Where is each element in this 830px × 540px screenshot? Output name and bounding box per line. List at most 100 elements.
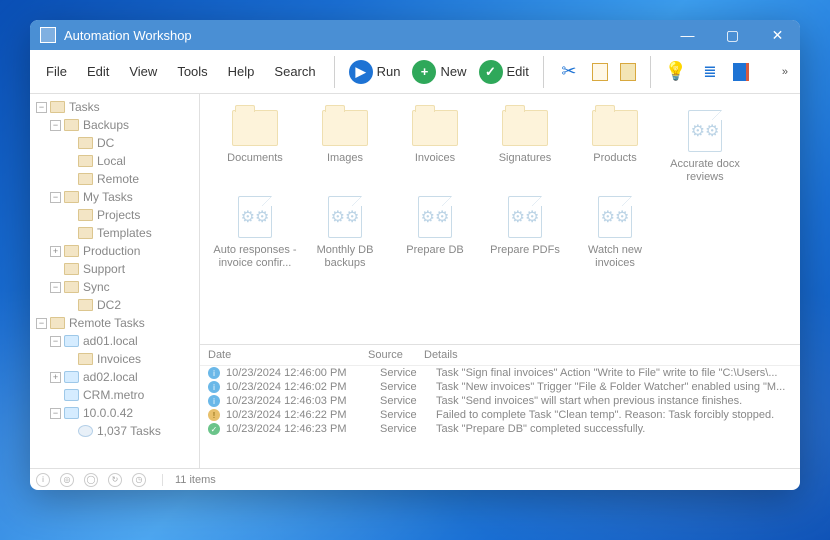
tree-label: Tasks (69, 100, 100, 114)
task-file-icon: ⚙⚙ (418, 196, 452, 238)
minimize-button[interactable]: — (665, 20, 710, 50)
warning-icon: ! (208, 409, 220, 421)
task-file-item[interactable]: ⚙⚙Auto responses - invoice confir... (210, 190, 300, 276)
task-file-icon: ⚙⚙ (598, 196, 632, 238)
collapse-icon[interactable]: − (36, 102, 47, 113)
app-window: Automation Workshop — ▢ ✕ File Edit View… (30, 20, 800, 490)
tree-node-count[interactable]: 1,037 Tasks (32, 422, 197, 440)
collapse-icon[interactable]: − (50, 192, 61, 203)
layers-button[interactable]: ≣ (693, 59, 727, 85)
paste-button[interactable] (614, 61, 642, 83)
col-date[interactable]: Date (208, 349, 368, 361)
check-icon: ✓ (479, 60, 503, 84)
status-icon-target[interactable]: ◎ (60, 473, 74, 487)
task-file-item[interactable]: ⚙⚙Watch new invoices (570, 190, 660, 276)
collapse-icon[interactable]: − (36, 318, 47, 329)
event-row[interactable]: !10/23/2024 12:46:22 PMServiceFailed to … (200, 408, 800, 422)
collapse-icon[interactable]: − (50, 408, 61, 419)
task-file-icon: ⚙⚙ (328, 196, 362, 238)
manual-button[interactable] (727, 61, 755, 83)
item-label: Products (593, 152, 636, 165)
maximize-button[interactable]: ▢ (710, 20, 755, 50)
events-rows: i10/23/2024 12:46:00 PMServiceTask "Sign… (200, 366, 800, 468)
tree-node-dc[interactable]: DC (32, 134, 197, 152)
menu-view[interactable]: View (119, 60, 167, 83)
item-label: Signatures (499, 152, 552, 165)
item-label: Accurate docx reviews (662, 158, 748, 184)
collapse-icon[interactable]: − (50, 120, 61, 131)
event-details: Task "Sign final invoices" Action "Write… (436, 367, 792, 379)
collapse-icon[interactable]: − (50, 336, 61, 347)
tree-node-templates[interactable]: Templates (32, 224, 197, 242)
status-icon-info[interactable]: i (36, 473, 50, 487)
tree-label: Local (97, 154, 126, 168)
tree-node-remotetasks[interactable]: − Remote Tasks (32, 314, 197, 332)
close-button[interactable]: ✕ (755, 20, 800, 50)
copy-button[interactable] (586, 61, 614, 83)
event-row[interactable]: i10/23/2024 12:46:02 PMServiceTask "New … (200, 380, 800, 394)
event-source: Service (380, 367, 436, 379)
status-icon-clock[interactable]: ◷ (132, 473, 146, 487)
event-row[interactable]: ✓10/23/2024 12:46:23 PMServiceTask "Prep… (200, 422, 800, 436)
success-icon: ✓ (208, 423, 220, 435)
menu-edit[interactable]: Edit (77, 60, 119, 83)
tree-node-tasks[interactable]: − Tasks (32, 98, 197, 116)
col-details[interactable]: Details (424, 349, 792, 361)
tree-node-ip[interactable]: − 10.0.0.42 (32, 404, 197, 422)
copy-icon (592, 63, 608, 81)
task-file-item[interactable]: ⚙⚙Prepare PDFs (480, 190, 570, 276)
cut-button[interactable]: ✂ (552, 59, 586, 85)
toolbar-overflow[interactable]: » (776, 66, 794, 78)
run-button[interactable]: ▶ Run (343, 58, 407, 86)
tree-node-remote[interactable]: Remote (32, 170, 197, 188)
tree-label: Sync (83, 280, 110, 294)
tree-node-sync[interactable]: − Sync (32, 278, 197, 296)
event-row[interactable]: i10/23/2024 12:46:00 PMServiceTask "Sign… (200, 366, 800, 380)
task-file-item[interactable]: ⚙⚙Monthly DB backups (300, 190, 390, 276)
folder-item[interactable]: Images (300, 104, 390, 190)
tree-node-local[interactable]: Local (32, 152, 197, 170)
folder-item[interactable]: Products (570, 104, 660, 190)
item-label: Documents (227, 152, 283, 165)
event-details: Task "Prepare DB" completed successfully… (436, 423, 792, 435)
tree-node-ad01[interactable]: − ad01.local (32, 332, 197, 350)
book-icon (733, 63, 749, 81)
tree-node-backups[interactable]: − Backups (32, 116, 197, 134)
expand-icon[interactable]: + (50, 246, 61, 257)
new-label: New (440, 64, 466, 79)
task-file-item[interactable]: ⚙⚙Prepare DB (390, 190, 480, 276)
toolbar-separator (650, 56, 651, 88)
tree-node-crm[interactable]: CRM.metro (32, 386, 197, 404)
tree-node-ad02[interactable]: + ad02.local (32, 368, 197, 386)
tree-node-projects[interactable]: Projects (32, 206, 197, 224)
folder-item[interactable]: Signatures (480, 104, 570, 190)
status-items: 11 items (162, 474, 216, 486)
col-source[interactable]: Source (368, 349, 424, 361)
folder-item[interactable]: Invoices (390, 104, 480, 190)
tree-node-support[interactable]: Support (32, 260, 197, 278)
menu-search[interactable]: Search (264, 60, 325, 83)
tree-node-invoices[interactable]: Invoices (32, 350, 197, 368)
folder-tree: − Tasks − Backups DC Local Remote − My T… (30, 94, 200, 468)
folder-item[interactable]: Documents (210, 104, 300, 190)
expand-icon[interactable]: + (50, 372, 61, 383)
titlebar[interactable]: Automation Workshop — ▢ ✕ (30, 20, 800, 50)
idea-button[interactable]: 💡 (659, 59, 693, 85)
status-icon-globe[interactable]: ◯ (84, 473, 98, 487)
tree-node-mytasks[interactable]: − My Tasks (32, 188, 197, 206)
gears-icon: ⚙⚙ (601, 207, 630, 227)
edit-button[interactable]: ✓ Edit (473, 58, 535, 86)
menu-help[interactable]: Help (218, 60, 265, 83)
events-panel: Date Source Details i10/23/2024 12:46:00… (200, 344, 800, 468)
task-file-item[interactable]: ⚙⚙Accurate docx reviews (660, 104, 750, 190)
plus-icon: + (412, 60, 436, 84)
event-row[interactable]: i10/23/2024 12:46:03 PMServiceTask "Send… (200, 394, 800, 408)
menu-tools[interactable]: Tools (167, 60, 217, 83)
menu-file[interactable]: File (36, 60, 77, 83)
new-button[interactable]: + New (406, 58, 472, 86)
collapse-icon[interactable]: − (50, 282, 61, 293)
gears-icon: ⚙⚙ (331, 207, 360, 227)
tree-node-dc2[interactable]: DC2 (32, 296, 197, 314)
tree-node-production[interactable]: + Production (32, 242, 197, 260)
status-icon-compass[interactable]: ↻ (108, 473, 122, 487)
